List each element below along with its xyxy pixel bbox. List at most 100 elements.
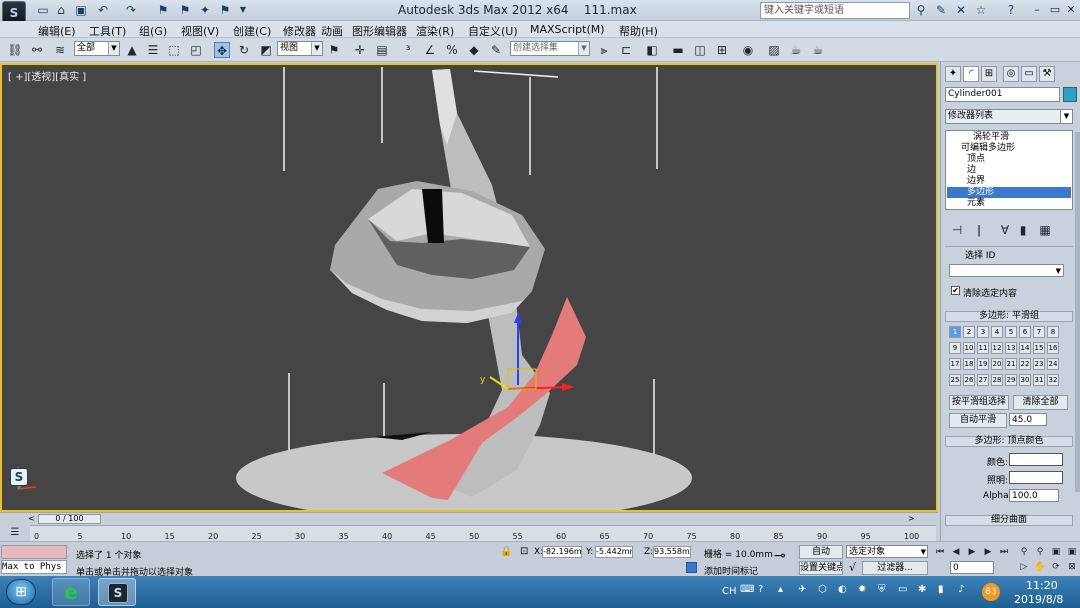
community-icon[interactable]: ✕ [954, 3, 968, 17]
smoothing-group-button[interactable]: 25 [949, 374, 961, 386]
smoothing-group-button[interactable]: 29 [1005, 374, 1017, 386]
tray-display-icon[interactable]: ▭ [898, 584, 907, 595]
pin-stack-icon[interactable]: ⊣ [949, 222, 965, 238]
select-manipulate-icon[interactable]: ✛ [352, 42, 368, 58]
set-key-button[interactable]: 设置关键点 [799, 561, 843, 575]
tray-volume-icon[interactable]: ♪ [958, 584, 964, 595]
help-icon[interactable]: ? [1004, 3, 1018, 17]
tray-keyboard-icon[interactable]: ⌨ [740, 584, 754, 595]
modifier-stack[interactable]: 涡轮平滑 可编辑多边形 顶点 边 边界 多边形 元素 [945, 130, 1073, 210]
layer-manager-icon[interactable]: ◧ [644, 42, 660, 58]
smoothing-group-button[interactable]: 23 [1033, 358, 1045, 370]
make-unique-icon[interactable]: ∀ [997, 222, 1013, 238]
start-button-icon[interactable]: ⊞ [6, 579, 36, 605]
unlink-icon[interactable]: ⚯ [29, 42, 45, 58]
smoothing-rollout-header[interactable]: 多边形: 平滑组 [945, 311, 1073, 322]
vertex-color-rollout-header[interactable]: 多边形: 顶点颜色 [945, 436, 1073, 447]
illum-color-swatch[interactable] [1009, 471, 1063, 484]
configure-sets-icon[interactable]: ▦ [1037, 222, 1053, 238]
menu-rendering[interactable]: 渲染(R) [416, 23, 454, 39]
modifier-list-dropdown[interactable]: 修改器列表 ▼ [945, 109, 1073, 124]
project-folder-icon[interactable]: ⚑ [156, 3, 170, 17]
clock-time[interactable]: 11:20 [1026, 579, 1058, 592]
spinner-snap-icon[interactable]: ◆ [466, 42, 482, 58]
minimize-icon[interactable]: – [1028, 2, 1046, 18]
zoom-icon[interactable]: ⚲ [1016, 544, 1032, 560]
modify-tab-icon[interactable]: ◜ [963, 66, 979, 82]
curve-editor-icon[interactable]: ◫ [692, 42, 708, 58]
time-prev-icon[interactable]: < [28, 514, 35, 523]
filters-button[interactable]: 过滤器... [862, 561, 928, 575]
new-file-icon[interactable]: ▭ [36, 3, 50, 17]
stack-item-element[interactable]: 元素 [947, 198, 1071, 209]
smoothing-group-button[interactable]: 14 [1019, 342, 1031, 354]
render-production-icon[interactable]: ☕ [810, 42, 826, 58]
named-selection-dropdown[interactable]: 创建选择集 ▼ [510, 41, 590, 56]
key-icon[interactable]: ⊸ [774, 548, 786, 564]
material-editor-icon[interactable]: ◉ [740, 42, 756, 58]
select-object-icon[interactable]: ▲ [124, 42, 140, 58]
tray-help-icon[interactable]: ? [758, 584, 763, 595]
time-next-icon[interactable]: > [908, 514, 915, 523]
smoothing-group-button[interactable]: 6 [1019, 326, 1031, 338]
tray-battery-icon[interactable]: ▮ [938, 584, 944, 595]
smoothing-group-button[interactable]: 32 [1047, 374, 1059, 386]
pan-icon[interactable]: ✋ [1032, 559, 1048, 575]
tray-bluetooth-icon[interactable]: ✱ [918, 584, 926, 595]
select-by-name-icon[interactable]: ☰ [145, 42, 161, 58]
motion-tab-icon[interactable]: ◎ [1003, 66, 1019, 82]
menu-graph-editors[interactable]: 图形编辑器 [352, 23, 407, 39]
angle-snap-icon[interactable]: ∠ [422, 42, 438, 58]
open-file-icon[interactable]: ⌂ [54, 3, 68, 17]
transform-mode-icon[interactable]: ⊡ [520, 546, 528, 557]
smoothing-group-button[interactable]: 19 [977, 358, 989, 370]
smoothing-group-button[interactable]: 8 [1047, 326, 1059, 338]
smoothing-group-button[interactable]: 1 [949, 326, 961, 338]
smoothing-group-button[interactable]: 11 [977, 342, 989, 354]
hierarchy-tab-icon[interactable]: ⊞ [981, 66, 997, 82]
save-icon[interactable]: ▣ [74, 3, 88, 17]
input-language[interactable]: CH [722, 586, 737, 597]
stack-item-turbosmooth[interactable]: 涡轮平滑 [947, 132, 1071, 143]
mirror-icon[interactable]: ⫸ [596, 42, 612, 58]
smoothing-group-button[interactable]: 13 [1005, 342, 1017, 354]
keyboard-shortcut-icon[interactable]: ▤ [374, 42, 390, 58]
smoothing-group-button[interactable]: 2 [963, 326, 975, 338]
align-icon[interactable]: ⊏ [618, 42, 634, 58]
smoothing-group-button[interactable]: 4 [991, 326, 1003, 338]
smoothing-group-button[interactable]: 9 [949, 342, 961, 354]
tray-expand-icon[interactable]: ▴ [778, 584, 783, 595]
reference-icon[interactable]: ⚑ [218, 3, 232, 17]
percent-snap-icon[interactable]: % [444, 42, 460, 58]
graphite-toggle-icon[interactable]: ▬ [670, 42, 686, 58]
tray-app-icon[interactable]: ✈ [798, 584, 806, 595]
next-frame-icon[interactable]: ▶ [980, 544, 996, 560]
command-panel-scrollbar[interactable] [1075, 132, 1080, 492]
schematic-view-icon[interactable]: ⊞ [714, 42, 730, 58]
orbit-icon[interactable]: ⟳ [1048, 559, 1064, 575]
tray-shield-icon[interactable]: ⛨ [878, 584, 886, 595]
alpha-input[interactable]: 100.0 [1009, 489, 1059, 502]
menu-animation[interactable]: 动画 [321, 23, 343, 39]
browser-taskbar-icon[interactable]: e [52, 578, 90, 606]
smoothing-group-button[interactable]: 20 [991, 358, 1003, 370]
select-scale-icon[interactable]: ◩ [258, 42, 274, 58]
script-listener-field[interactable]: Max to Phys [1, 560, 67, 574]
fov-icon[interactable]: ▷ [1016, 559, 1032, 575]
zoom-all-icon[interactable]: ⚲ [1032, 544, 1048, 560]
render-setup-icon[interactable]: ▨ [766, 42, 782, 58]
pivot-center-icon[interactable]: ⚑ [326, 42, 342, 58]
smoothing-group-button[interactable]: 17 [949, 358, 961, 370]
auto-smooth-button[interactable]: 自动平滑 [949, 413, 1007, 428]
object-name-field[interactable]: Cylinder001 [945, 87, 1060, 102]
menu-maxscript[interactable]: MAXScript(M) [530, 23, 605, 36]
current-frame-field[interactable]: 0 [950, 561, 994, 574]
smoothing-group-button[interactable]: 27 [977, 374, 989, 386]
maximize-viewport-icon[interactable]: ⊠ [1064, 559, 1080, 575]
object-color-swatch[interactable] [1063, 87, 1077, 102]
favorites-icon[interactable]: ☆ [974, 3, 988, 17]
key-filter-dropdown[interactable]: 选定对象 ▼ [846, 545, 928, 558]
smoothing-group-button[interactable]: 24 [1047, 358, 1059, 370]
tray-im-icon[interactable]: ◐ [838, 584, 847, 595]
key-mode-icon[interactable]: √ [849, 561, 856, 574]
